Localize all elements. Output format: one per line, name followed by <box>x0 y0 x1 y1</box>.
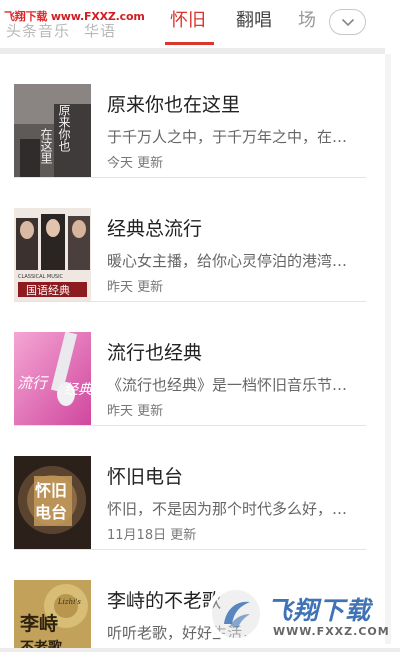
cover-image: CLASSICAL MUSIC 国语经典 <box>14 208 91 301</box>
cover-image: 怀旧 电台 <box>14 456 91 549</box>
item-update-date: 11月18日 更新 <box>107 528 197 543</box>
bottom-edge <box>0 648 400 652</box>
expand-tabs-button[interactable] <box>329 9 366 35</box>
item-title: 李峙的不老歌 <box>107 590 222 612</box>
watermark-top-url: www.FXXZ.com <box>50 10 145 23</box>
list-item[interactable]: 原来你也 在这里 原来你也在这里 于千万人之中，于千万年之中，在… 今天 更新 <box>0 54 385 178</box>
item-description: 《流行也经典》是一档怀旧音乐节… <box>107 376 348 394</box>
item-description: 于千万人之中，于千万年之中，在… <box>107 128 348 146</box>
tab-cover-songs[interactable]: 翻唱 <box>236 6 272 32</box>
active-tab-indicator <box>165 42 214 45</box>
cover-text: 国语经典 <box>26 283 70 297</box>
list-item[interactable]: 怀旧 电台 怀旧电台 怀旧，不是因为那个时代多么好，… 11月18日 更新 <box>0 426 385 550</box>
watermark-bottom: 飞翔下载 WWW.FXXZ.COM <box>207 583 395 647</box>
item-title: 流行也经典 <box>107 342 203 364</box>
item-title: 原来你也在这里 <box>107 94 241 116</box>
chevron-down-icon <box>341 18 354 26</box>
cover-text: 经典 <box>64 382 91 398</box>
item-title: 怀旧电台 <box>107 466 184 488</box>
watermark-brand: 飞翔下载 <box>267 596 372 625</box>
watermark-logo-icon <box>207 585 265 643</box>
cover-text: CLASSICAL MUSIC <box>18 274 64 280</box>
cover-image: 原来你也 在这里 <box>14 84 91 177</box>
list-item[interactable]: CLASSICAL MUSIC 国语经典 经典总流行 暖心女主播，给你心灵停泊的… <box>0 178 385 302</box>
cover-text: Lizhi's <box>57 598 81 606</box>
cover-text: 在这里 <box>39 128 53 164</box>
watermark-top-brand: 飞翔下载 <box>4 10 48 23</box>
top-tab-bar: 头条音乐 华语 飞翔下载 www.FXXZ.com 怀旧 翻唱 场 <box>0 0 400 48</box>
watermark-top: 飞翔下载 www.FXXZ.com <box>4 8 145 24</box>
scrollbar-track[interactable] <box>385 54 391 644</box>
cover-text: 怀旧 <box>35 481 67 500</box>
tab-nostalgia[interactable]: 怀旧 <box>170 6 206 32</box>
item-description: 怀旧，不是因为那个时代多么好，… <box>107 500 348 518</box>
tab-faded-2[interactable]: 华语 <box>84 22 116 40</box>
cover-text: 电台 <box>35 503 67 522</box>
item-title: 经典总流行 <box>107 218 203 240</box>
list-item[interactable]: 流行 经典 流行也经典 《流行也经典》是一档怀旧音乐节… 昨天 更新 <box>0 302 385 426</box>
cover-text: 流行 <box>17 374 49 392</box>
item-update-date: 今天 更新 <box>107 156 164 171</box>
cover-image: Lizhi's 李峙 不老歌 <box>14 580 91 652</box>
item-description: 暖心女主播，给你心灵停泊的港湾… <box>107 252 348 270</box>
cover-image: 流行 经典 <box>14 332 91 425</box>
watermark-url: WWW.FXXZ.COM <box>273 625 390 638</box>
item-update-date: 昨天 更新 <box>107 280 164 295</box>
tab-partial[interactable]: 场 <box>298 6 320 32</box>
cover-text: 李峙 <box>19 612 58 635</box>
item-update-date: 昨天 更新 <box>107 404 164 419</box>
tab-faded-1[interactable]: 头条音乐 <box>6 22 70 40</box>
cover-text: 原来你也 <box>57 104 71 152</box>
